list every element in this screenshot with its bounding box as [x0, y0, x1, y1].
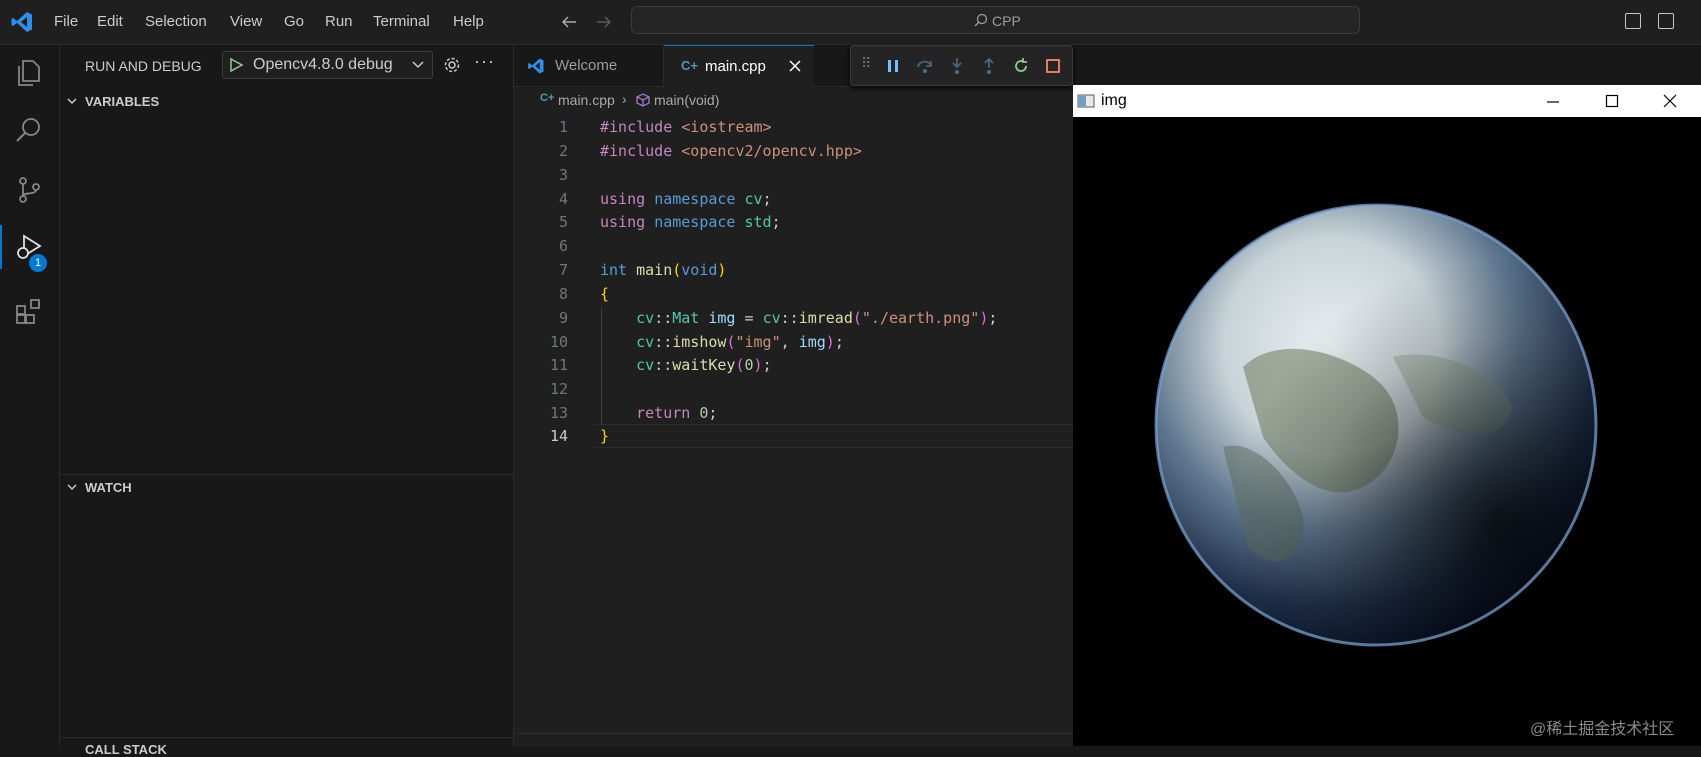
gear-icon[interactable]	[443, 56, 461, 74]
more-actions-icon[interactable]: ···	[474, 51, 495, 72]
run-debug-sidebar: RUN AND DEBUG Opencv4.8.0 debug ··· VARI…	[60, 45, 514, 757]
extensions-icon[interactable]	[14, 297, 44, 327]
code-line-11[interactable]: cv::waitKey(0);	[600, 356, 771, 374]
chevron-down-icon[interactable]	[66, 95, 78, 107]
code-line-8[interactable]: {	[600, 285, 609, 303]
code-line-1[interactable]: #include <iostream>	[600, 118, 772, 136]
debug-config-name: Opencv4.8.0 debug	[253, 56, 393, 73]
step-out-icon[interactable]	[980, 57, 998, 75]
call-stack-section-header[interactable]: CALL STACK	[85, 742, 167, 757]
restart-icon[interactable]	[1012, 57, 1030, 75]
line-number-current: 14	[549, 427, 568, 445]
step-into-icon[interactable]	[948, 57, 966, 75]
menu-help[interactable]: Help	[453, 13, 484, 30]
menu-file[interactable]: File	[54, 13, 78, 30]
tab-label: main.cpp	[705, 58, 766, 75]
debug-badge: 1	[29, 254, 47, 272]
line-number: 6	[558, 237, 568, 255]
line-number: 12	[549, 380, 568, 398]
menu-go[interactable]: Go	[284, 13, 304, 30]
image-window: img	[1073, 85, 1701, 746]
vscode-logo-icon	[528, 58, 544, 74]
activity-bar: 1	[0, 45, 60, 746]
maximize-icon[interactable]	[1605, 94, 1619, 108]
tab-welcome[interactable]: Welcome	[514, 45, 664, 86]
debug-toolbar: ⠿	[850, 45, 1073, 86]
editor-area: Welcome C+ main.cpp C+ main.cpp › main(v…	[514, 45, 1073, 746]
explorer-icon[interactable]	[14, 57, 44, 87]
toggle-panel-icon[interactable]	[1658, 13, 1674, 29]
line-number: 9	[558, 309, 568, 327]
menu-selection[interactable]: Selection	[145, 13, 207, 30]
image-window-title: img	[1101, 92, 1127, 109]
pause-icon[interactable]	[884, 57, 902, 75]
menu-edit[interactable]: Edit	[97, 13, 123, 30]
close-icon[interactable]	[1663, 94, 1677, 108]
vscode-logo-icon[interactable]	[10, 10, 34, 34]
current-line-highlight	[594, 424, 1073, 448]
image-window-titlebar[interactable]: img	[1073, 85, 1701, 117]
source-control-icon[interactable]	[14, 175, 44, 205]
line-number: 8	[558, 285, 568, 303]
tab-label: Welcome	[555, 57, 618, 74]
forward-arrow-icon[interactable]	[595, 13, 613, 31]
line-number: 7	[558, 261, 568, 279]
close-icon[interactable]	[789, 60, 801, 72]
chevron-right-icon: ›	[622, 91, 627, 107]
stop-icon[interactable]	[1044, 57, 1062, 75]
line-number: 4	[558, 190, 568, 208]
code-line-13[interactable]: return 0;	[600, 404, 717, 422]
cpp-file-icon: C+	[540, 92, 555, 104]
line-number: 10	[549, 333, 568, 351]
divider	[60, 737, 513, 738]
title-bar: File Edit Selection View Go Run Terminal…	[0, 0, 1701, 45]
watermark-text: @稀土掘金技术社区	[1530, 721, 1675, 738]
toggle-primary-sidebar-icon[interactable]	[1625, 13, 1641, 29]
command-center-label: CPP	[992, 13, 1021, 29]
command-center-search[interactable]: CPP	[631, 6, 1360, 34]
code-line-10[interactable]: cv::imshow("img", img);	[600, 333, 844, 351]
line-number: 13	[549, 404, 568, 422]
line-number: 3	[558, 166, 568, 184]
chevron-down-icon	[412, 61, 424, 69]
divider	[60, 474, 513, 475]
window-app-icon	[1077, 94, 1095, 108]
code-line-5[interactable]: using namespace std;	[600, 213, 781, 231]
breadcrumb-file[interactable]: main.cpp	[558, 92, 615, 108]
cpp-file-icon: C+	[681, 58, 698, 73]
line-number: 11	[549, 356, 568, 374]
breadcrumb-symbol[interactable]: main(void)	[654, 92, 719, 108]
code-line-14[interactable]: }	[600, 427, 609, 445]
line-number: 2	[558, 142, 568, 160]
line-number: 1	[558, 118, 568, 136]
search-icon	[974, 13, 988, 27]
step-over-icon[interactable]	[916, 57, 934, 75]
watch-section-header[interactable]: WATCH	[85, 480, 132, 495]
code-line-9[interactable]: cv::Mat img = cv::imread("./earth.png");	[600, 309, 997, 327]
method-cube-icon	[636, 93, 650, 107]
menu-terminal[interactable]: Terminal	[373, 13, 430, 30]
minimize-icon[interactable]	[1546, 95, 1560, 109]
debug-config-select[interactable]: Opencv4.8.0 debug	[222, 51, 433, 79]
search-icon[interactable]	[14, 115, 44, 145]
code-line-7[interactable]: int main(void)	[600, 261, 726, 279]
variables-section-header[interactable]: VARIABLES	[85, 94, 159, 109]
start-debug-icon[interactable]	[228, 57, 244, 73]
menu-run[interactable]: Run	[325, 13, 353, 30]
sidebar-title: RUN AND DEBUG	[85, 58, 202, 74]
code-line-2[interactable]: #include <opencv2/opencv.hpp>	[600, 142, 862, 160]
drag-handle-icon[interactable]: ⠿	[861, 55, 871, 72]
tab-main-cpp[interactable]: C+ main.cpp	[664, 45, 814, 87]
divider	[514, 733, 1073, 734]
code-line-4[interactable]: using namespace cv;	[600, 190, 772, 208]
active-indicator	[0, 225, 2, 269]
chevron-down-icon[interactable]	[66, 481, 78, 493]
back-arrow-icon[interactable]	[560, 13, 578, 31]
menu-view[interactable]: View	[230, 13, 262, 30]
line-number: 5	[558, 213, 568, 231]
earth-image	[1154, 203, 1598, 647]
